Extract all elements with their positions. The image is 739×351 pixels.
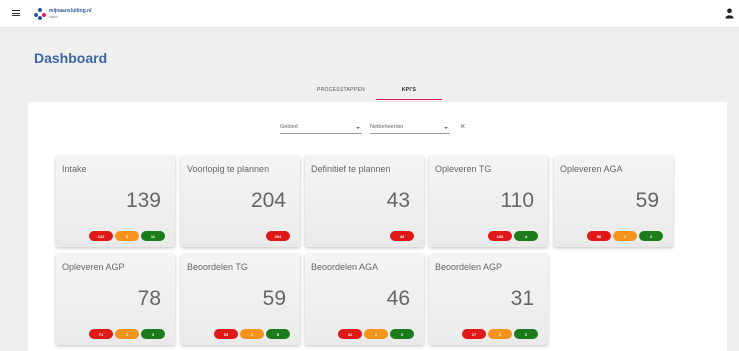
status-badge-orange: 2 <box>364 329 388 339</box>
tab-bar: PROCESSTAPPEN KPI'S <box>308 86 448 100</box>
status-badge-green: 4 <box>514 231 538 241</box>
hamburger-menu-icon[interactable] <box>12 10 20 16</box>
chevron-down-icon <box>444 127 448 129</box>
page-title: Dashboard <box>34 50 108 66</box>
account-icon[interactable] <box>725 8 734 19</box>
status-badge-red: 122 <box>89 231 113 241</box>
status-badge-green: 5 <box>266 329 290 339</box>
status-badge-green: 3 <box>390 329 414 339</box>
card-title: Intake <box>62 164 87 174</box>
status-badge-red: 56 <box>587 231 611 241</box>
status-badge-orange: 1 <box>115 329 139 339</box>
status-badge-green: 11 <box>141 231 165 241</box>
badge-group: 27 2 2 <box>462 329 538 339</box>
kpi-card-beoordelen-tg[interactable]: Beoordelen TG 59 53 1 5 <box>181 254 300 345</box>
badge-group: 74 1 3 <box>89 329 165 339</box>
status-badge-green: 2 <box>639 231 663 241</box>
status-badge-red: 27 <box>462 329 486 339</box>
status-badge-orange: 1 <box>240 329 264 339</box>
kpi-card-opleveren-tg[interactable]: Opleveren TG 110 106 4 <box>429 156 548 247</box>
badge-group: 53 1 5 <box>214 329 290 339</box>
badge-group: 122 6 11 <box>89 231 165 241</box>
badge-group: 106 4 <box>488 231 538 241</box>
status-badge-red: 204 <box>266 231 290 241</box>
tab-kpis[interactable]: KPI'S <box>376 86 442 100</box>
badge-group: 41 2 3 <box>338 329 414 339</box>
netbeheerder-select[interactable]: Netbeheerder <box>370 122 450 134</box>
kpi-card-voorlopig-te-plannen[interactable]: Voorlopig te plannen 204 204 <box>181 156 300 247</box>
status-badge-red: 41 <box>338 329 362 339</box>
card-title: Voorlopig te plannen <box>187 164 270 174</box>
chevron-down-icon <box>356 127 360 129</box>
status-badge-orange: 6 <box>115 231 139 241</box>
card-value: 59 <box>635 189 659 212</box>
card-value: 46 <box>386 287 410 310</box>
gebied-select-label: Gebied <box>280 124 298 130</box>
filter-bar: Gebied Netbeheerder × <box>280 121 480 136</box>
tab-processtappen[interactable]: PROCESSTAPPEN <box>308 86 374 100</box>
kpi-card-opleveren-agp[interactable]: Opleveren AGP 78 74 1 3 <box>56 254 175 345</box>
card-title: Beoordelen AGP <box>435 262 503 272</box>
status-badge-green: 3 <box>141 329 165 339</box>
netbeheerder-select-label: Netbeheerder <box>370 124 404 130</box>
logo[interactable]: mijnaansluiting.nl capo <box>34 8 92 20</box>
kpi-card-opleveren-aga[interactable]: Opleveren AGA 59 56 1 2 <box>554 156 673 247</box>
card-value: 139 <box>125 189 161 212</box>
kpi-card-beoordelen-agp[interactable]: Beoordelen AGP 31 27 2 2 <box>429 254 548 345</box>
logo-mark-icon <box>34 8 46 20</box>
kpi-card-definitief-te-plannen[interactable]: Definitief te plannen 43 43 <box>305 156 424 247</box>
badge-group: 56 1 2 <box>587 231 663 241</box>
status-badge-red: 43 <box>390 231 414 241</box>
status-badge-red: 74 <box>89 329 113 339</box>
gebied-select[interactable]: Gebied <box>280 122 362 134</box>
logo-subtitle: capo <box>49 14 58 19</box>
card-title: Beoordelen AGA <box>311 262 379 272</box>
top-app-bar: mijnaansluiting.nl capo <box>0 0 739 28</box>
status-badge-green: 2 <box>514 329 538 339</box>
card-value: 110 <box>500 189 534 212</box>
card-value: 78 <box>137 287 161 310</box>
card-value: 43 <box>386 189 410 212</box>
card-title: Beoordelen TG <box>187 262 248 272</box>
card-title: Opleveren TG <box>435 164 492 174</box>
status-badge-orange: 1 <box>613 231 637 241</box>
card-title: Opleveren AGP <box>62 262 125 272</box>
card-value: 31 <box>510 287 534 310</box>
card-title: Opleveren AGA <box>560 164 623 174</box>
status-badge-orange: 2 <box>488 329 512 339</box>
kpi-card-intake[interactable]: Intake 139 122 6 11 <box>56 156 175 247</box>
card-value: 59 <box>262 287 286 310</box>
kpi-card-beoordelen-aga[interactable]: Beoordelen AGA 46 41 2 3 <box>305 254 424 345</box>
clear-filters-icon[interactable]: × <box>460 121 465 131</box>
status-badge-red: 106 <box>488 231 512 241</box>
status-badge-red: 53 <box>214 329 238 339</box>
badge-group: 43 <box>390 231 414 241</box>
card-title: Definitief te plannen <box>311 164 391 174</box>
card-value: 204 <box>250 189 286 212</box>
badge-group: 204 <box>266 231 290 241</box>
